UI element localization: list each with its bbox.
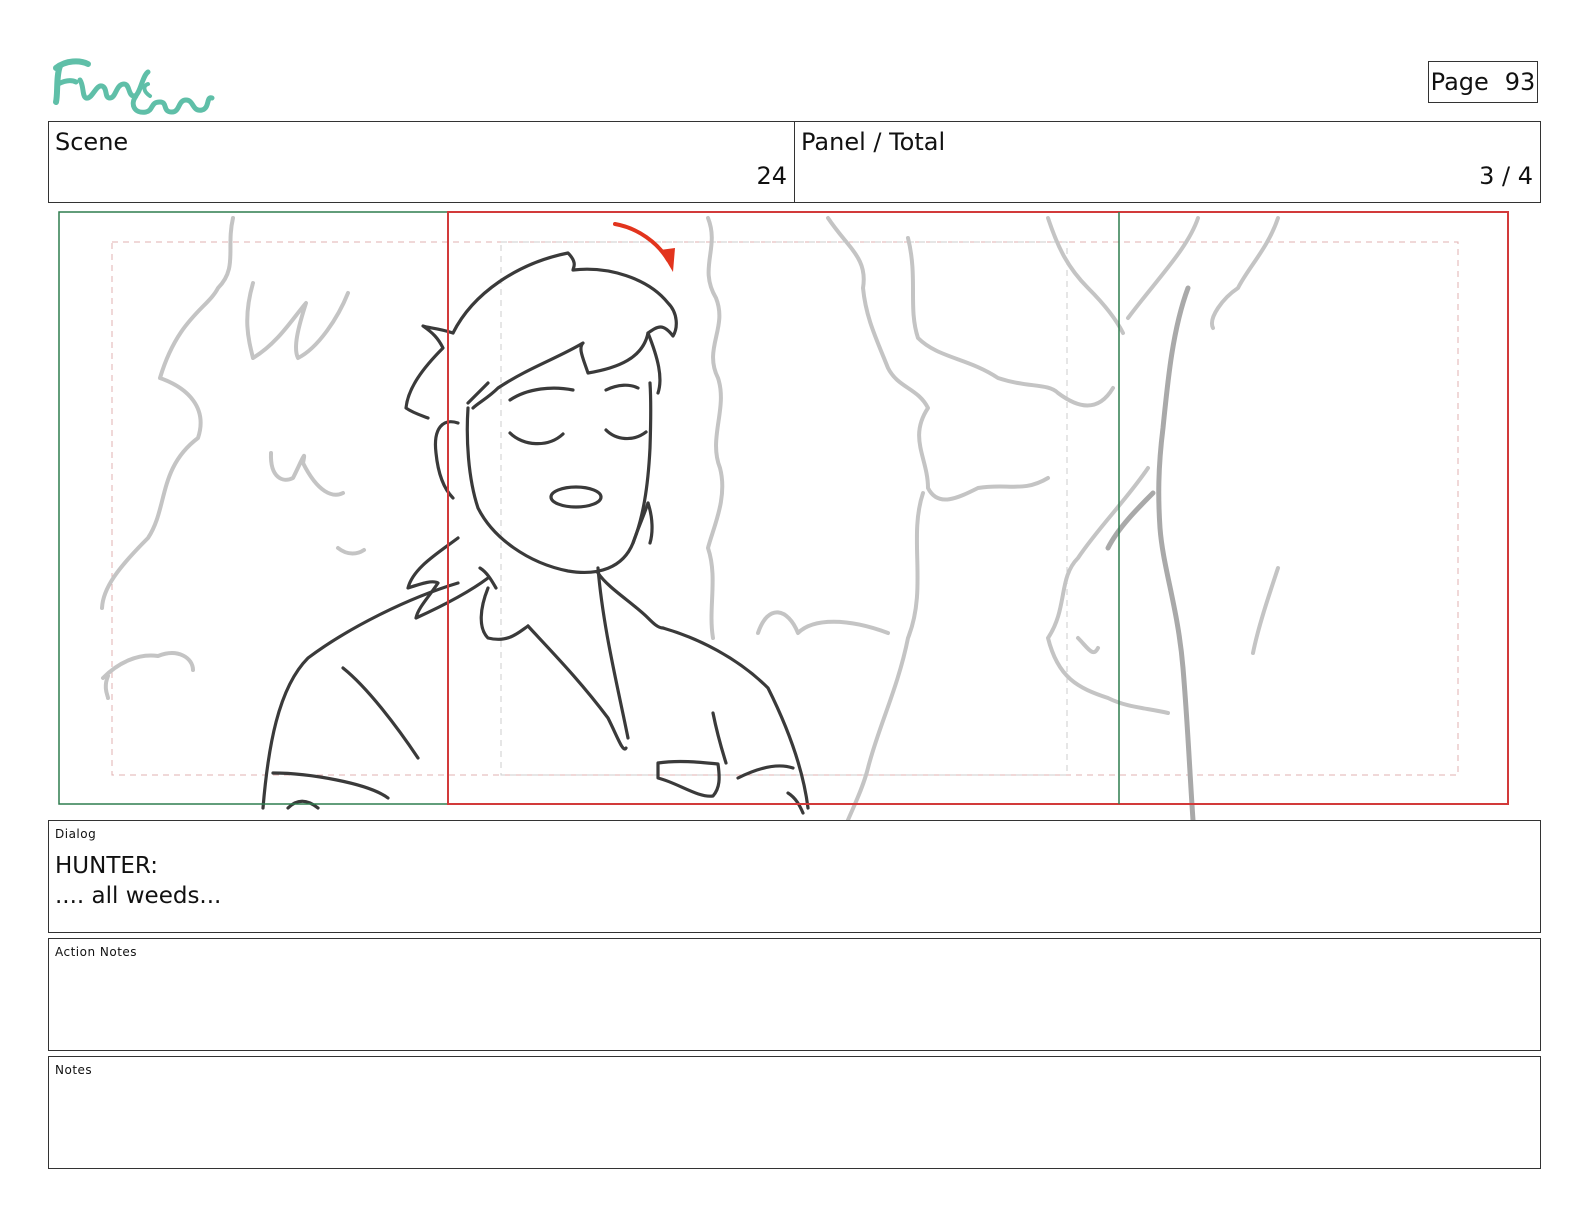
dialog-text: HUNTER: .... all weeds... bbox=[55, 851, 221, 911]
start-frame-guide bbox=[58, 211, 449, 805]
scene-number: 24 bbox=[756, 162, 787, 190]
dialog-line: .... all weeds... bbox=[55, 883, 222, 909]
show-logo bbox=[50, 46, 215, 118]
notes-label: Notes bbox=[55, 1063, 93, 1077]
page-number-box: Page 93 bbox=[1428, 61, 1538, 103]
camera-move-arrow bbox=[613, 222, 675, 272]
action-notes-label: Action Notes bbox=[55, 945, 138, 959]
scene-cell: Scene 24 bbox=[49, 122, 795, 202]
panel-count: 3 / 4 bbox=[1479, 162, 1533, 190]
page-label: Page bbox=[1430, 68, 1489, 96]
storyboard-drawing bbox=[58, 211, 1509, 823]
scene-panel-header: Scene 24 Panel / Total 3 / 4 bbox=[48, 121, 1541, 203]
panel-cell: Panel / Total 3 / 4 bbox=[795, 122, 1540, 202]
safe-area-guide bbox=[111, 241, 1459, 776]
background-foliage bbox=[100, 216, 1280, 822]
page-number: 93 bbox=[1504, 68, 1536, 96]
notes-box: Notes bbox=[48, 1056, 1541, 1169]
scene-label: Scene bbox=[55, 128, 129, 156]
tree-trunk bbox=[1105, 285, 1196, 823]
action-notes-box: Action Notes bbox=[48, 938, 1541, 1051]
dialog-speaker: HUNTER: bbox=[55, 853, 158, 879]
panel-label: Panel / Total bbox=[801, 128, 946, 156]
dialog-box: Dialog HUNTER: .... all weeds... bbox=[48, 820, 1541, 933]
dialog-label: Dialog bbox=[55, 827, 97, 841]
character-hunter bbox=[261, 251, 810, 815]
show-logo-mark bbox=[53, 58, 215, 115]
storyboard-panel bbox=[48, 208, 1541, 823]
action-safe-guide bbox=[500, 241, 1068, 776]
